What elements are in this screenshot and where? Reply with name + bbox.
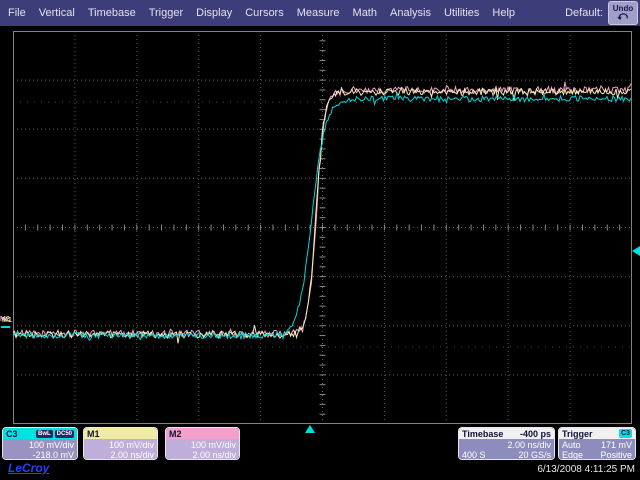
m1-scale: 100 mV/div xyxy=(109,440,154,450)
menu-bar: File Vertical Timebase Trigger Display Cursor… xyxy=(0,0,640,26)
c3-body: 100 mV/div -218.0 mV xyxy=(3,439,77,460)
timebase-descriptor[interactable]: Timebase -400 ps 2.00 ns/div 400 S 20 GS… xyxy=(458,427,555,460)
c3-badge-bwl: BwL xyxy=(36,430,53,438)
c3-offset: -218.0 mV xyxy=(32,450,74,460)
oscilloscope-screen: File Vertical Timebase Trigger Display Cursor… xyxy=(0,0,640,480)
timebase-body: 2.00 ns/div 400 S 20 GS/s xyxy=(459,439,554,460)
memory-m2-descriptor[interactable]: M2 100 mV/div 2.00 ns/div xyxy=(165,427,240,460)
c3-scale: 100 mV/div xyxy=(29,440,74,450)
menu-item-file[interactable]: File xyxy=(8,7,26,19)
c3-offset-dash-icon xyxy=(1,326,10,328)
menu-item-trigger[interactable]: Trigger xyxy=(149,7,183,19)
m2-timebase: 2.00 ns/div xyxy=(192,450,236,460)
m1-offset-label: M1 xyxy=(2,317,12,324)
menu-item-help[interactable]: Help xyxy=(492,7,515,19)
trigger-title: Trigger xyxy=(562,429,593,439)
c3-badges: BwLDC50 xyxy=(34,430,74,438)
trigger-body: Auto 171 mV Edge Positive xyxy=(559,439,635,460)
menu-bar-items: File Vertical Timebase Trigger Display Cursor… xyxy=(0,7,565,19)
trigger-header: Trigger C3 xyxy=(559,428,635,439)
timebase-scale: 2.00 ns/div xyxy=(507,440,551,450)
m1-timebase: 2.00 ns/div xyxy=(110,450,154,460)
menu-item-math[interactable]: Math xyxy=(353,7,377,19)
menu-item-display[interactable]: Display xyxy=(196,7,232,19)
datetime-status: 6/13/2008 4:11:25 PM xyxy=(537,464,635,475)
undo-arrow-icon xyxy=(617,13,629,22)
default-label: Default: xyxy=(565,7,603,19)
lecroy-logo: LeCroy xyxy=(8,461,49,475)
waveform-grid xyxy=(13,31,632,424)
c3-label: C3 xyxy=(6,429,18,439)
timebase-header: Timebase -400 ps xyxy=(459,428,554,439)
c3-badge-dc50: DC50 xyxy=(55,430,74,438)
trigger-level: 171 mV xyxy=(601,440,632,450)
timebase-delay: -400 ps xyxy=(520,429,551,439)
trigger-time-marker-icon[interactable] xyxy=(305,425,315,433)
m1-body: 100 mV/div 2.00 ns/div xyxy=(84,439,157,460)
channel-offset-markers: M2 M1 xyxy=(0,316,16,332)
timebase-rate: 20 GS/s xyxy=(518,450,551,460)
m2-label: M2 xyxy=(169,429,182,439)
m2-body: 100 mV/div 2.00 ns/div xyxy=(166,439,239,460)
menu-item-measure[interactable]: Measure xyxy=(297,7,340,19)
m2-header: M2 xyxy=(166,428,239,439)
trigger-source-badge: C3 xyxy=(619,429,632,438)
memory-m1-descriptor[interactable]: M1 100 mV/div 2.00 ns/div xyxy=(83,427,158,460)
menu-item-vertical[interactable]: Vertical xyxy=(39,7,75,19)
trace-m2 xyxy=(13,82,631,337)
m2-scale: 100 mV/div xyxy=(191,440,236,450)
c3-header: C3 BwLDC50 xyxy=(3,428,77,439)
timebase-title: Timebase xyxy=(462,429,503,439)
trigger-level-marker-icon[interactable] xyxy=(632,246,640,256)
undo-button[interactable]: Undo xyxy=(608,1,638,25)
menu-item-timebase[interactable]: Timebase xyxy=(88,7,136,19)
trigger-descriptor[interactable]: Trigger C3 Auto 171 mV Edge Positive xyxy=(558,427,636,460)
timebase-samples: 400 S xyxy=(462,450,486,460)
menu-item-cursors[interactable]: Cursors xyxy=(245,7,284,19)
undo-button-label: Undo xyxy=(613,5,633,13)
m1-header: M1 xyxy=(84,428,157,439)
trigger-type: Edge xyxy=(562,450,583,460)
trigger-mode: Auto xyxy=(562,440,581,450)
menu-item-analysis[interactable]: Analysis xyxy=(390,7,431,19)
channel-c3-descriptor[interactable]: C3 BwLDC50 100 mV/div -218.0 mV xyxy=(2,427,78,460)
trigger-slope: Positive xyxy=(600,450,632,460)
m1-label: M1 xyxy=(87,429,100,439)
menu-item-utilities[interactable]: Utilities xyxy=(444,7,479,19)
